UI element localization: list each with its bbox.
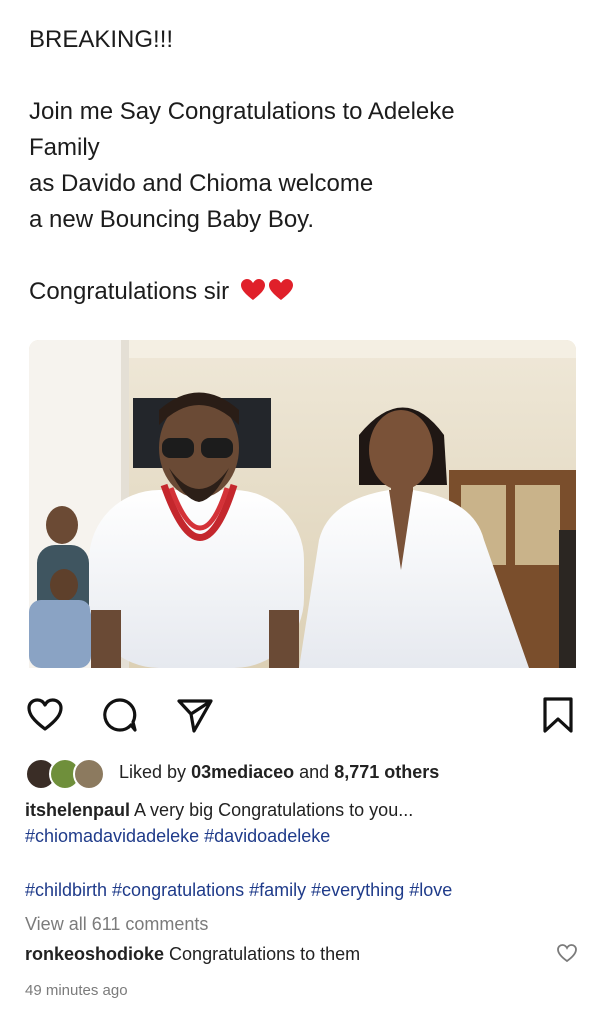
liked-by-suffix: and [299, 762, 330, 782]
comment-heart-icon[interactable] [556, 942, 578, 964]
reply-comment: ronkeoshodioke Congratulations to them [25, 944, 360, 965]
caption-congrats-text: Congratulations sir [29, 278, 230, 305]
couple-photo-illustration [29, 340, 576, 668]
paper-plane-icon[interactable] [175, 695, 215, 735]
avatar [73, 758, 105, 790]
comment-hashtags[interactable]: #chiomadavidadeleke #davidoadeleke [25, 826, 330, 847]
post-timestamp: 49 minutes ago [25, 982, 128, 999]
bookmark-icon[interactable] [538, 695, 578, 735]
red-heart-icon [268, 279, 293, 300]
post-hashtags[interactable]: #childbirth #congratulations #family #ev… [25, 880, 452, 901]
red-heart-icon [240, 279, 265, 300]
caption-line: Join me Say Congratulations to Adeleke [29, 98, 455, 125]
liked-by-others[interactable]: 8,771 others [334, 762, 439, 782]
likes-row[interactable]: Liked by 03mediaceo and 8,771 others [25, 757, 585, 790]
liked-by-prefix: Liked by [119, 762, 187, 782]
post-caption: BREAKING!!! Join me Say Congratulations … [29, 22, 589, 310]
likes-summary: Liked by 03mediaceo and 8,771 others [119, 762, 439, 783]
post-photo[interactable] [29, 340, 576, 668]
liker-avatars [25, 757, 111, 790]
post-action-bar [0, 695, 605, 735]
reply-username[interactable]: ronkeoshodioke [25, 944, 164, 964]
caption-congrats-line: Congratulations sir [29, 274, 589, 310]
top-comment: itshelenpaul A very big Congratulations … [25, 800, 413, 821]
comment-username[interactable]: itshelenpaul [25, 800, 130, 820]
liked-by-user[interactable]: 03mediaceo [191, 762, 294, 782]
heart-outline-icon[interactable] [25, 695, 65, 735]
caption-breaking: BREAKING!!! [29, 26, 174, 53]
caption-line: a new Bouncing Baby Boy. [29, 206, 315, 233]
view-all-comments-link[interactable]: View all 611 comments [25, 914, 208, 935]
caption-line: Family [29, 134, 100, 161]
caption-line: as Davido and Chioma welcome [29, 170, 374, 197]
reply-text: Congratulations to them [169, 944, 361, 964]
comment-text: A very big Congratulations to you... [134, 800, 414, 820]
comment-bubble-icon[interactable] [100, 695, 140, 735]
